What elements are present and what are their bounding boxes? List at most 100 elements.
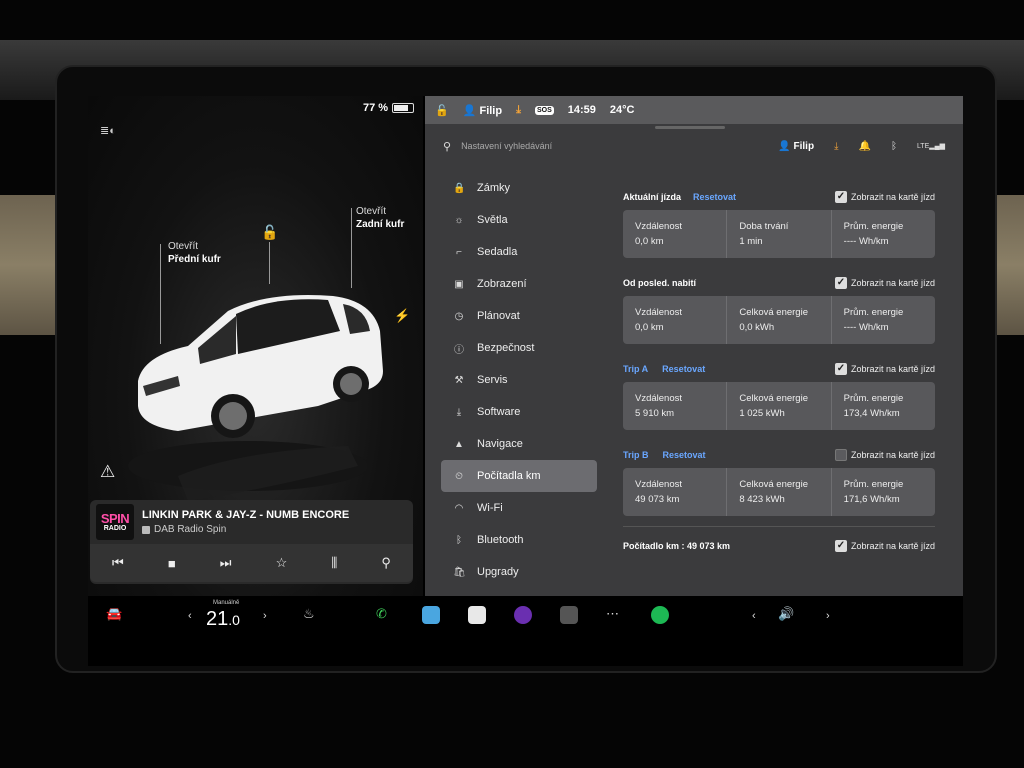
stat-value: 1 025 kWh [739, 407, 785, 419]
nav-item-servis[interactable]: ⚒ Servis [441, 364, 597, 396]
nav-item-z-mky[interactable]: 🔒 Zámky [441, 172, 597, 204]
drag-handle[interactable] [655, 126, 725, 129]
lock-icon[interactable]: 🔓 [261, 224, 278, 241]
headlight-icon[interactable]: ≣◐ [100, 124, 118, 137]
car-image [128, 295, 383, 501]
trunk-label-target: Zadní kufr [356, 218, 405, 230]
volume-up-arrow[interactable]: › [826, 610, 830, 622]
calendar-app-icon[interactable] [468, 606, 486, 624]
nav-item-pl-novat[interactable]: ◷ Plánovat [441, 300, 597, 332]
stat-value: 8 423 kWh [739, 493, 785, 505]
spotify-app-icon[interactable] [651, 606, 669, 624]
nav-label: Zobrazení [477, 278, 527, 290]
temp-decimal: .0 [228, 612, 240, 628]
stop-icon[interactable]: ■ [168, 556, 176, 571]
trip-odometers: Aktuální jízda Resetovat ✓ Zobrazit na k… [623, 190, 935, 553]
section-trip-b: Trip B Resetovat Zobrazit na kartě jízd … [623, 448, 935, 516]
show-checkbox[interactable] [834, 449, 847, 461]
previous-icon[interactable]: ⏮ [112, 555, 124, 571]
divider [623, 526, 935, 527]
next-icon[interactable]: ⏭ [220, 555, 232, 571]
warning-icon[interactable]: ⚠ [100, 462, 115, 482]
nav-label: Zámky [477, 182, 510, 194]
unlock-icon[interactable]: 🔓 [435, 104, 449, 117]
phone-icon[interactable]: ✆ [376, 606, 387, 622]
climate-app-icon[interactable] [422, 606, 440, 624]
more-apps-icon[interactable]: ⋯ [606, 606, 619, 622]
download-icon[interactable]: ⤓ [516, 104, 521, 117]
bluetooth-icon[interactable]: ᛒ [891, 141, 897, 152]
search-input[interactable]: Nastavení vyhledávání [461, 141, 778, 151]
settings-search: ⚲ Nastavení vyhledávání 👤 Filip ⤓ 🔔 ᛒ LT… [425, 132, 963, 160]
stat-value: 173,4 Wh/km [843, 407, 900, 419]
open-frunk-button[interactable]: Otevřít Přední kufr [168, 241, 221, 266]
search-icon: ⚲ [443, 140, 452, 153]
car-panel: 77 % ≣◐ Otevřít Přední kufr 🔓 Otevřít Za… [88, 96, 423, 596]
reset-button[interactable]: Resetovat [662, 364, 705, 374]
nav-item-sedadla[interactable]: ⌐ Sedadla [441, 236, 597, 268]
sos-icon[interactable]: SOS [534, 105, 554, 115]
nav-label: Počítadla km [477, 470, 541, 482]
stats-box: Vzdálenost 5 910 km Celková energie 1 025 … [623, 382, 935, 430]
charge-port-icon[interactable]: ⚡ [394, 308, 410, 324]
stat-value: 49 073 km [635, 493, 680, 505]
nav-icon: ⓘ [454, 344, 464, 356]
nav-item-bluetooth[interactable]: ᛒ Bluetooth [441, 524, 597, 556]
stat-label: Prům. energie [843, 221, 904, 232]
stat-label: Celková energie [739, 307, 808, 318]
software-update-icon[interactable]: ⤓ [834, 141, 838, 152]
favorite-icon[interactable]: ☆ [276, 555, 288, 571]
outside-temp: 24°C [609, 104, 635, 116]
nav-item-po-tadla-km[interactable]: ⏲ Počítadla km [441, 460, 597, 492]
stat-label: Vzdálenost [635, 393, 683, 404]
nav-item-sv-tla[interactable]: ☼ Světla [441, 204, 597, 236]
temp-down-arrow[interactable]: ‹ [188, 610, 192, 622]
cabin-temperature[interactable]: 21.0 [206, 608, 240, 631]
nav-item-software[interactable]: ⤓ Software [441, 396, 597, 428]
show-checkbox[interactable]: ✓ [834, 363, 847, 375]
stat-label: Prům. energie [843, 307, 904, 318]
nav-item-upgrady[interactable]: 🛍 Upgrady [441, 556, 597, 588]
nav-icon: ▲ [454, 438, 464, 450]
lte-signal-icon: LTE▂▄▆ [916, 143, 945, 150]
reset-button[interactable]: Resetovat [663, 450, 706, 460]
notification-bell-icon[interactable]: 🔔 [858, 141, 870, 152]
nav-item-zobrazen-[interactable]: ▣ Zobrazení [441, 268, 597, 300]
user-profile[interactable]: 👤 Filip [463, 104, 502, 117]
stat-label: Celková energie [739, 393, 808, 404]
volume-icon[interactable]: 🔊 [778, 606, 794, 622]
nav-label: Světla [477, 214, 508, 226]
user-name: Filip [479, 104, 503, 117]
nav-icon: 🛍 [453, 566, 466, 578]
nav-icon: ⌐ [456, 246, 462, 258]
camera-app-icon[interactable] [514, 606, 532, 624]
stats-box: Vzdálenost 49 073 km Celková energie 8 423… [623, 468, 935, 516]
car-icon[interactable]: 🚘 [106, 606, 122, 622]
nav-label: Bezpečnost [477, 342, 535, 354]
show-checkbox[interactable]: ✓ [834, 191, 847, 203]
stat-value: 1 min [739, 235, 763, 247]
clock: 14:59 [567, 104, 596, 116]
show-checkbox[interactable]: ✓ [834, 540, 847, 552]
nav-label: Sedadla [477, 246, 518, 258]
seat-heater-icon[interactable]: ♨ [303, 606, 315, 622]
station-logo-text: SPIN [100, 511, 130, 526]
nav-item-bezpe-nost[interactable]: ⓘ Bezpečnost [441, 332, 597, 364]
nav-item-wi-fi[interactable]: ◠ Wi-Fi [441, 492, 597, 524]
profile-button[interactable]: 👤 Filip [778, 141, 814, 152]
open-trunk-button[interactable]: Otevřít Zadní kufr [356, 206, 404, 231]
stat-value: ---- Wh/km [843, 321, 889, 333]
show-checkbox[interactable]: ✓ [834, 277, 847, 289]
battery-percent: 77 % [363, 102, 389, 114]
profile-name: Filip [793, 140, 815, 152]
dashcam-app-icon[interactable] [560, 606, 578, 624]
nav-item-navigace[interactable]: ▲ Navigace [441, 428, 597, 460]
search-icon[interactable]: ⚲ [381, 555, 391, 571]
media-controls: ⏮ ■ ⏭ ☆ ⫼ ⚲ [90, 544, 413, 582]
song-title: LINKIN PARK & JAY-Z - NUMB ENCORE [142, 509, 350, 521]
temp-up-arrow[interactable]: › [263, 610, 267, 622]
reset-button[interactable]: Resetovat [693, 192, 736, 202]
section-title: Trip A [623, 364, 649, 374]
volume-down-arrow[interactable]: ‹ [752, 610, 756, 622]
equalizer-icon[interactable]: ⫼ [331, 555, 337, 571]
